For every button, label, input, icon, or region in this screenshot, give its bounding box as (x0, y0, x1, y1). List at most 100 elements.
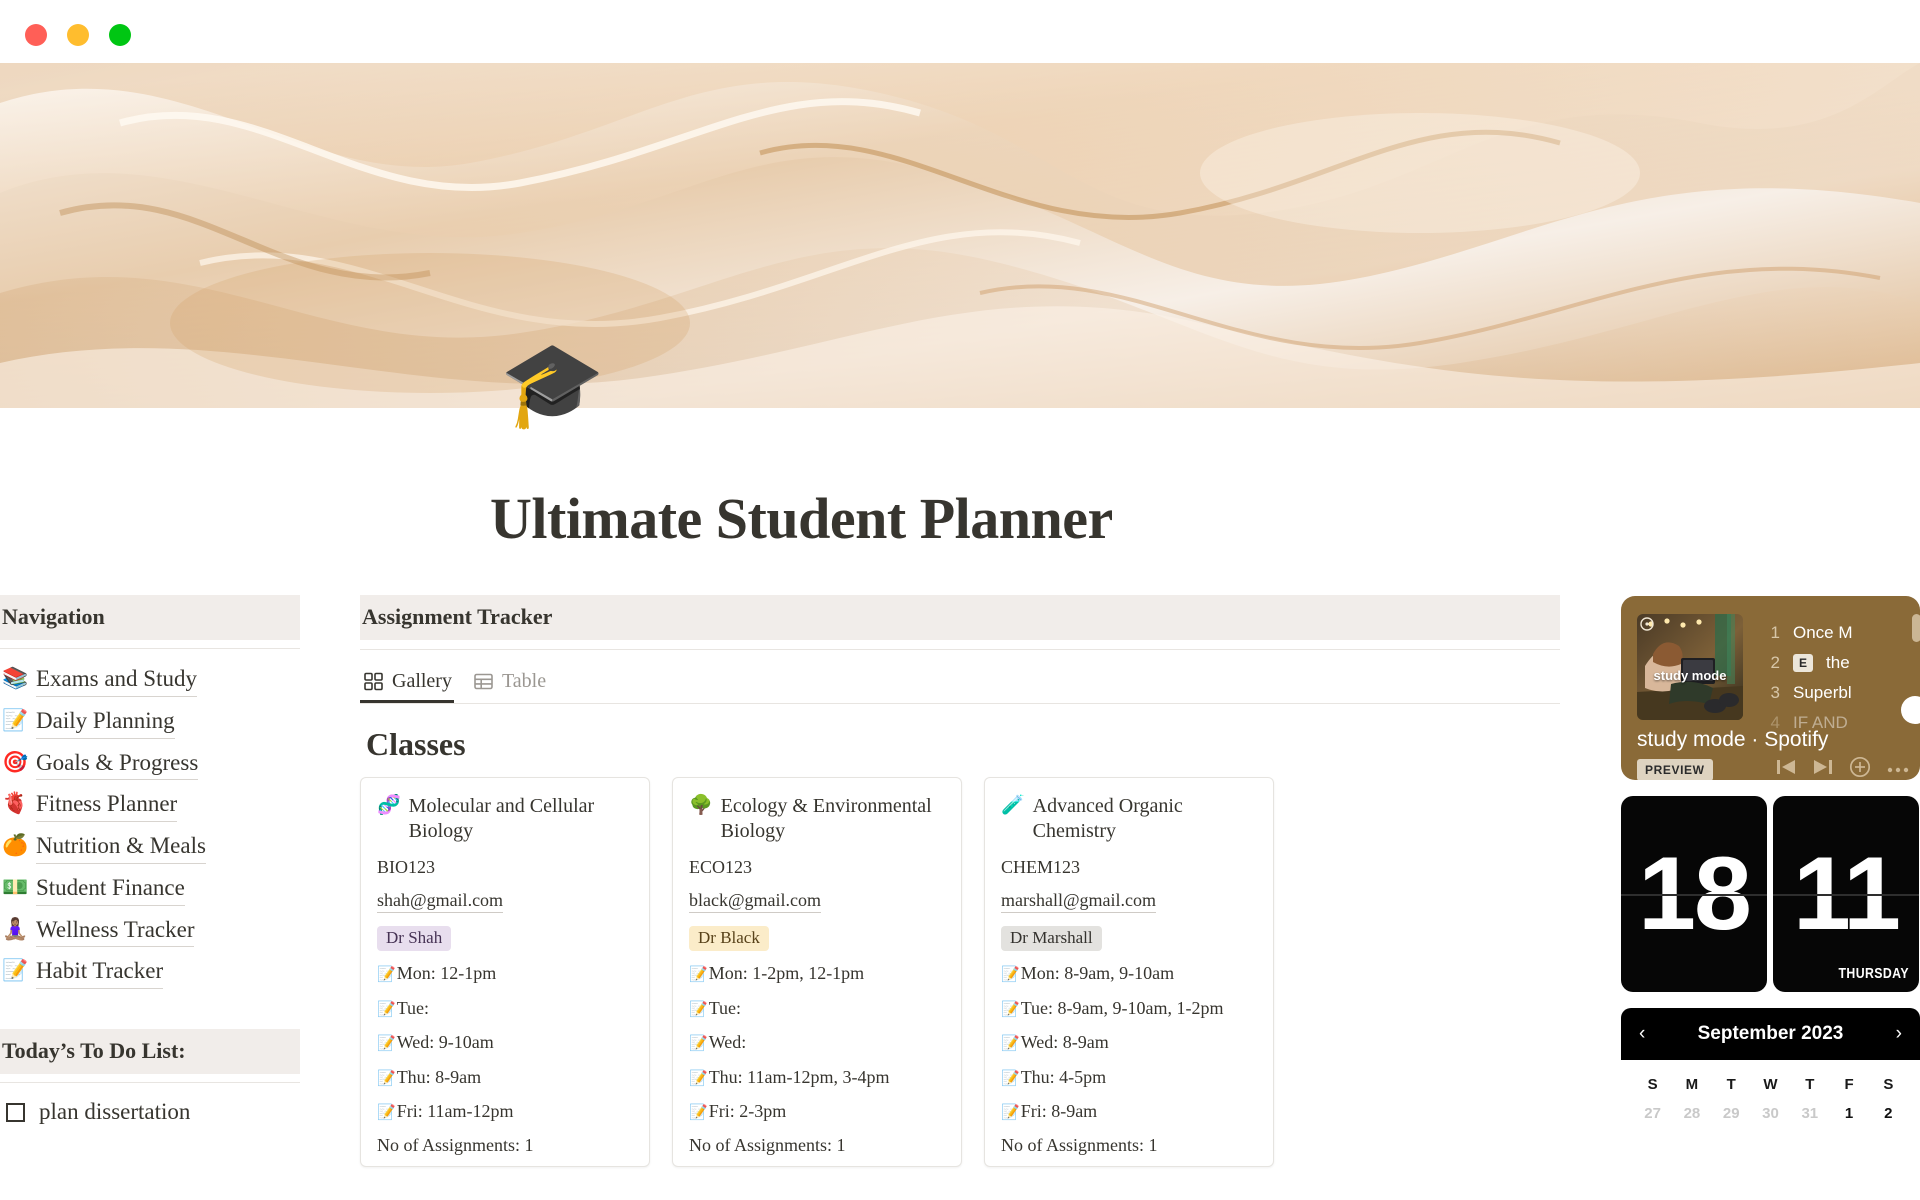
minimize-window-button[interactable] (67, 24, 89, 46)
flip-hinge (1621, 894, 1767, 896)
page-icon[interactable]: 🎓 (500, 342, 605, 426)
memo-emoji: 📝 (1001, 999, 1020, 1018)
page-title: Ultimate Student Planner (490, 486, 1113, 551)
schedule-row: 📝 Mon: 1-2pm, 12-1pm (689, 962, 945, 985)
sidebar-item-label: Daily Planning (36, 707, 175, 739)
assignments-count: No of Assignments: 1 (1001, 1134, 1158, 1155)
class-title: Ecology & Environmental Biology (720, 795, 932, 842)
schedule-text: Mon: 1-2pm, 12-1pm (708, 963, 865, 983)
maximize-window-button[interactable] (109, 24, 131, 46)
teacher-email-link[interactable]: black@gmail.com (689, 890, 822, 913)
calendar-day-cell[interactable]: 27 (1633, 1101, 1672, 1126)
schedule-row: 📝 Wed: 8-9am (1001, 1031, 1257, 1054)
class-card[interactable]: 🌳 Ecology & Environmental Biology ECO123… (672, 777, 962, 1167)
track-row[interactable]: 2 E the (1767, 648, 1920, 678)
flip-day-card: 18 (1621, 796, 1767, 992)
spotify-embed[interactable]: study mode 1 Once M 2 E the 3 Superbl 4 (1621, 596, 1920, 780)
next-track-icon[interactable] (1812, 758, 1834, 780)
schedule-row: 📝 Fri: 11am-12pm (377, 1100, 633, 1123)
todo-header: Today’s To Do List: (0, 1029, 300, 1074)
calendar-day-cell[interactable]: 28 (1672, 1101, 1711, 1126)
memo-emoji: 📝 (689, 1068, 708, 1087)
target-emoji: 🎯 (2, 749, 29, 774)
calendar-day-cell[interactable]: 2 (1869, 1101, 1908, 1126)
tab-label: Table (501, 670, 547, 692)
track-row[interactable]: 1 Once M (1767, 618, 1920, 648)
calendar-day-header: F (1844, 1076, 1854, 1093)
sidebar-item-label: Habit Tracker (36, 957, 164, 989)
memo-emoji: 📝 (2, 958, 29, 983)
sidebar-item-student-finance[interactable]: 💵 Student Finance (0, 870, 300, 912)
todo-header-label: Today’s To Do List: (2, 1038, 186, 1063)
class-card[interactable]: 🧬 Molecular and Cellular Biology BIO123 … (360, 777, 650, 1167)
sidebar-item-goals-and-progress[interactable]: 🎯 Goals & Progress (0, 745, 300, 787)
schedule-row: 📝 Tue: 8-9am, 9-10am, 1-2pm (1001, 997, 1257, 1020)
track-row[interactable]: 3 Superbl (1767, 678, 1920, 708)
dna-emoji: 🧬 (377, 794, 401, 816)
teacher-email-link[interactable]: marshall@gmail.com (1001, 890, 1157, 913)
calendar-day-cell[interactable]: 1 (1829, 1101, 1868, 1126)
track-list-scrollbar[interactable] (1912, 614, 1920, 642)
calendar-next-month-button[interactable]: › (1896, 1023, 1902, 1045)
sidebar-header: Navigation (0, 595, 300, 640)
schedule-text: Wed: 8-9am (1020, 1032, 1109, 1052)
track-title: the (1826, 653, 1850, 672)
calendar-day-cell[interactable]: 29 (1712, 1101, 1751, 1126)
sidebar-item-wellness-tracker[interactable]: 🧘🏽‍♀️ Wellness Tracker (0, 912, 300, 954)
class-code: ECO123 (689, 857, 752, 877)
schedule-row: 📝 Thu: 4-5pm (1001, 1066, 1257, 1089)
class-card[interactable]: 🧪 Advanced Organic Chemistry CHEM123 mar… (984, 777, 1274, 1167)
tab-table[interactable]: Table (470, 666, 558, 703)
tab-label: Gallery (392, 670, 452, 692)
calendar-prev-month-button[interactable]: ‹ (1639, 1023, 1645, 1045)
track-number: 1 (1770, 623, 1780, 642)
window-titlebar (0, 0, 1920, 63)
section-title: Assignment Tracker (362, 604, 553, 629)
calendar-day-header: T (1805, 1076, 1815, 1093)
memo-emoji: 📝 (377, 965, 396, 983)
close-window-button[interactable] (25, 24, 47, 46)
sidebar-item-nutrition-and-meals[interactable]: 🍊 Nutrition & Meals (0, 828, 300, 870)
schedule-row: 📝 Fri: 2-3pm (689, 1100, 945, 1123)
sidebar-item-daily-planning[interactable]: 📝 Daily Planning (0, 703, 300, 745)
playlist-title: study mode · Spotify (1637, 728, 1829, 751)
schedule-text: Thu: 4-5pm (1020, 1066, 1107, 1087)
gallery-icon (364, 672, 383, 691)
track-title: Once M (1793, 623, 1853, 642)
sidebar-item-habit-tracker[interactable]: 📝 Habit Tracker (0, 953, 300, 995)
page-cover-banner[interactable] (0, 63, 1920, 408)
calendar-widget: ‹ September 2023 › S M T W T F S 27 28 2… (1621, 1008, 1920, 1126)
memo-emoji: 📝 (1001, 1103, 1020, 1121)
todo-checkbox[interactable] (6, 1102, 25, 1122)
preview-button[interactable]: PREVIEW (1637, 758, 1713, 780)
status-badge: Dr Marshall (1001, 926, 1102, 951)
class-title: Molecular and Cellular Biology (408, 795, 595, 842)
right-rail: study mode 1 Once M 2 E the 3 Superbl 4 (1621, 596, 1920, 1126)
player-controls: PREVIEW (1637, 756, 1910, 780)
tree-emoji: 🌳 (689, 794, 713, 816)
calendar-day-header: S (1883, 1076, 1894, 1093)
track-number: 2 (1770, 653, 1780, 672)
calendar-day-cell[interactable]: 30 (1751, 1101, 1790, 1126)
tab-gallery[interactable]: Gallery (360, 666, 464, 703)
sidebar-item-label: Exams and Study (36, 665, 197, 697)
schedule-row: 📝 Wed: 9-10am (377, 1031, 633, 1054)
memo-emoji: 📝 (2, 707, 29, 732)
previous-track-icon[interactable] (1775, 758, 1797, 780)
sidebar-item-exams-and-study[interactable]: 📚 Exams and Study (0, 661, 300, 703)
calendar-day-cell[interactable]: 31 (1790, 1101, 1829, 1126)
transport-buttons (1775, 756, 1910, 780)
list-item[interactable]: plan dissertation (0, 1083, 300, 1125)
teacher-email-link[interactable]: shah@gmail.com (377, 890, 504, 913)
calendar-day-header: M (1685, 1076, 1699, 1093)
class-card-title-row: 🌳 Ecology & Environmental Biology (689, 794, 945, 844)
more-options-icon[interactable] (1886, 761, 1910, 779)
class-card-title-row: 🧪 Advanced Organic Chemistry (1001, 794, 1257, 844)
calendar-week-row: 27 28 29 30 31 1 2 (1633, 1101, 1908, 1126)
sidebar-item-label: Goals & Progress (36, 749, 199, 781)
track-list[interactable]: 1 Once M 2 E the 3 Superbl 4 IF AND (1767, 618, 1920, 738)
lotus-emoji: 🧘🏽‍♀️ (2, 916, 29, 941)
schedule-text: Thu: 11am-12pm, 3-4pm (708, 1066, 890, 1087)
sidebar-item-fitness-planner[interactable]: 🫀 Fitness Planner (0, 786, 300, 828)
add-icon[interactable] (1849, 756, 1871, 780)
